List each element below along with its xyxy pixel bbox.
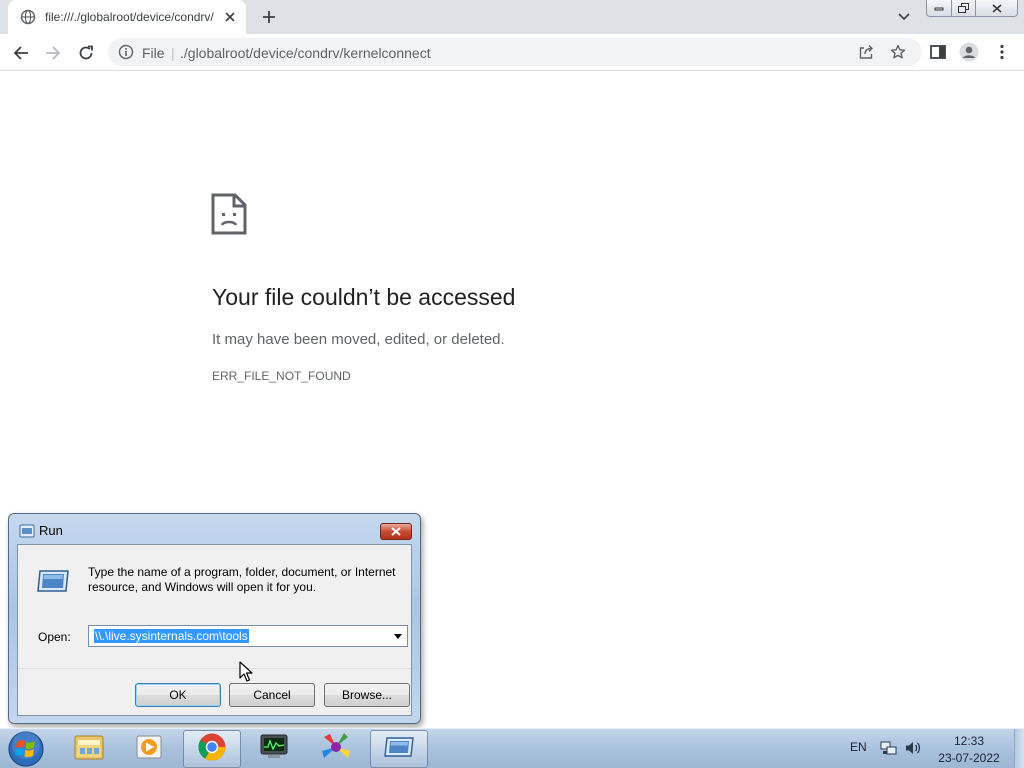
network-icon[interactable] [880,740,898,756]
taskbar-run[interactable] [370,730,428,768]
run-close-button[interactable] [380,523,412,540]
taskbar: EN 12:33 23-07-2022 [0,728,1024,768]
tab-close-icon[interactable] [222,9,238,25]
bookmark-star-icon[interactable] [890,44,906,60]
tab-title: file:///./globalroot/device/condrv/ [45,10,214,24]
run-description: Type the name of a program, folder, docu… [88,565,396,594]
run-dialog-body: Type the name of a program, folder, docu… [17,544,412,716]
cancel-button[interactable]: Cancel [229,683,315,707]
url-separator: | [171,45,175,61]
dropdown-arrow-icon[interactable] [391,629,405,643]
url-scheme: File [142,45,165,61]
taskbar-chrome[interactable] [183,730,241,768]
minimize-button[interactable] [926,0,952,17]
tab-search-chevron-icon[interactable] [896,9,912,25]
profile-avatar-icon[interactable] [959,41,979,63]
browser-toolbar: File | ./globalroot/device/condrv/kernel… [0,34,1024,71]
run-program-icon [36,569,70,593]
clock-date[interactable]: 23-07-2022 [930,751,1008,765]
taskbar-media-player[interactable] [120,730,178,768]
sad-file-icon [211,193,247,235]
start-button[interactable] [4,729,48,768]
taskbar-file-explorer[interactable] [60,730,118,768]
show-desktop-button[interactable] [1014,729,1024,768]
globe-icon [20,9,36,25]
error-heading: Your file couldn’t be accessed [212,284,516,310]
run-button-row: OK Cancel Browse... [18,668,411,715]
close-window-button[interactable] [976,0,1018,17]
run-icon [383,736,415,763]
taskbar-task-manager[interactable] [245,730,303,768]
address-bar[interactable]: File | ./globalroot/device/condrv/kernel… [108,38,922,66]
task-manager-icon [258,733,290,766]
side-panel-icon[interactable] [928,41,948,63]
chrome-icon [197,732,227,767]
kebab-menu-icon[interactable] [992,41,1012,63]
ok-button[interactable]: OK [135,683,221,707]
mouse-pointer-icon [239,661,253,683]
browser-tab[interactable]: file:///./globalroot/device/condrv/ [8,0,246,34]
window-controls [926,0,1018,18]
open-combobox[interactable]: \\.\live.sysinternals.com\tools [88,625,408,647]
colorful-app-icon [320,732,352,767]
share-icon[interactable] [858,44,874,60]
run-dialog: Run Type the name of a program, folder, … [8,513,421,724]
error-code: ERR_FILE_NOT_FOUND [212,369,351,383]
restore-button[interactable] [952,0,976,17]
new-tab-plus-icon[interactable] [260,8,278,26]
media-player-icon [134,733,164,766]
tab-strip: file:///./globalroot/device/condrv/ [0,0,1024,34]
open-input-value[interactable]: \\.\live.sysinternals.com\tools [94,629,249,643]
error-message: It may have been moved, edited, or delet… [212,331,505,348]
open-label: Open: [38,630,71,644]
site-info-icon[interactable] [118,44,134,60]
url-text[interactable]: ./globalroot/device/condrv/kernelconnect [180,45,431,61]
back-arrow-icon[interactable] [9,41,33,65]
browse-button[interactable]: Browse... [324,683,410,707]
reload-icon[interactable] [74,41,98,65]
folder-icon [73,733,105,766]
run-dialog-title: Run [39,523,63,538]
forward-arrow-icon[interactable] [41,41,65,65]
language-indicator[interactable]: EN [850,740,867,754]
run-title-icon [19,524,35,538]
taskbar-colorful-app[interactable] [307,730,365,768]
clock-time[interactable]: 12:33 [930,734,1008,748]
volume-icon[interactable] [904,740,922,756]
